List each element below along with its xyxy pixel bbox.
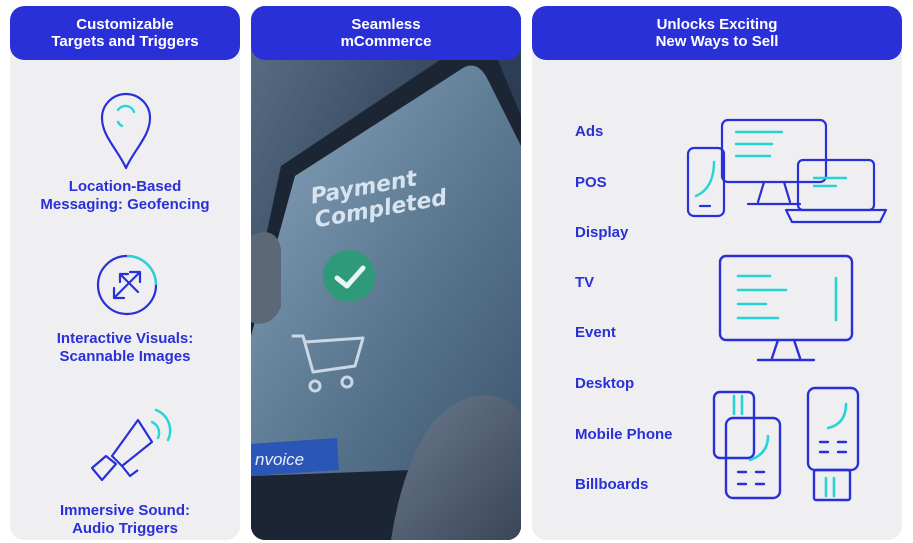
sell-panel-title: Unlocks Exciting New Ways to Sell — [655, 16, 779, 50]
location-pin-icon — [100, 92, 152, 170]
mcommerce-panel-title: Seamless mCommerce — [340, 16, 432, 50]
feature-label-audio-triggers: Immersive Sound: Audio Triggers — [59, 502, 191, 537]
list-item-mobile-phone: Mobile Phone — [575, 426, 673, 443]
list-item-desktop: Desktop — [575, 375, 635, 392]
monitor-icon — [718, 254, 854, 362]
list-item-ads: Ads — [575, 123, 604, 140]
mcommerce-panel: Payment Completed nvoice Seamless mComme… — [251, 6, 521, 540]
list-item-tv: TV — [575, 274, 595, 291]
invoice-tag-text: nvoice — [255, 450, 305, 469]
mcommerce-panel-header: Seamless mCommerce — [251, 6, 521, 60]
targets-panel-title: Customizable Targets and Triggers — [51, 16, 199, 50]
multi-device-icon — [686, 118, 888, 224]
list-item-pos: POS — [575, 174, 607, 191]
list-item-event: Event — [575, 324, 616, 341]
list-item-billboards: Billboards — [575, 476, 649, 493]
pos-terminals-icon — [712, 386, 860, 502]
targets-panel-header: Customizable Targets and Triggers — [10, 6, 240, 60]
feature-label-scannable-images: Interactive Visuals: Scannable Images — [56, 330, 194, 365]
list-item-display: Display — [575, 224, 629, 241]
sell-panel: Unlocks Exciting New Ways to Sell Ads PO… — [532, 6, 902, 540]
targets-panel: Customizable Targets and Triggers Locati… — [10, 6, 240, 540]
sell-panel-header: Unlocks Exciting New Ways to Sell — [532, 6, 902, 60]
feature-label-geofencing: Location-Based Messaging: Geofencing — [40, 178, 210, 213]
megaphone-icon — [90, 408, 172, 482]
scan-arrows-icon — [96, 254, 158, 316]
